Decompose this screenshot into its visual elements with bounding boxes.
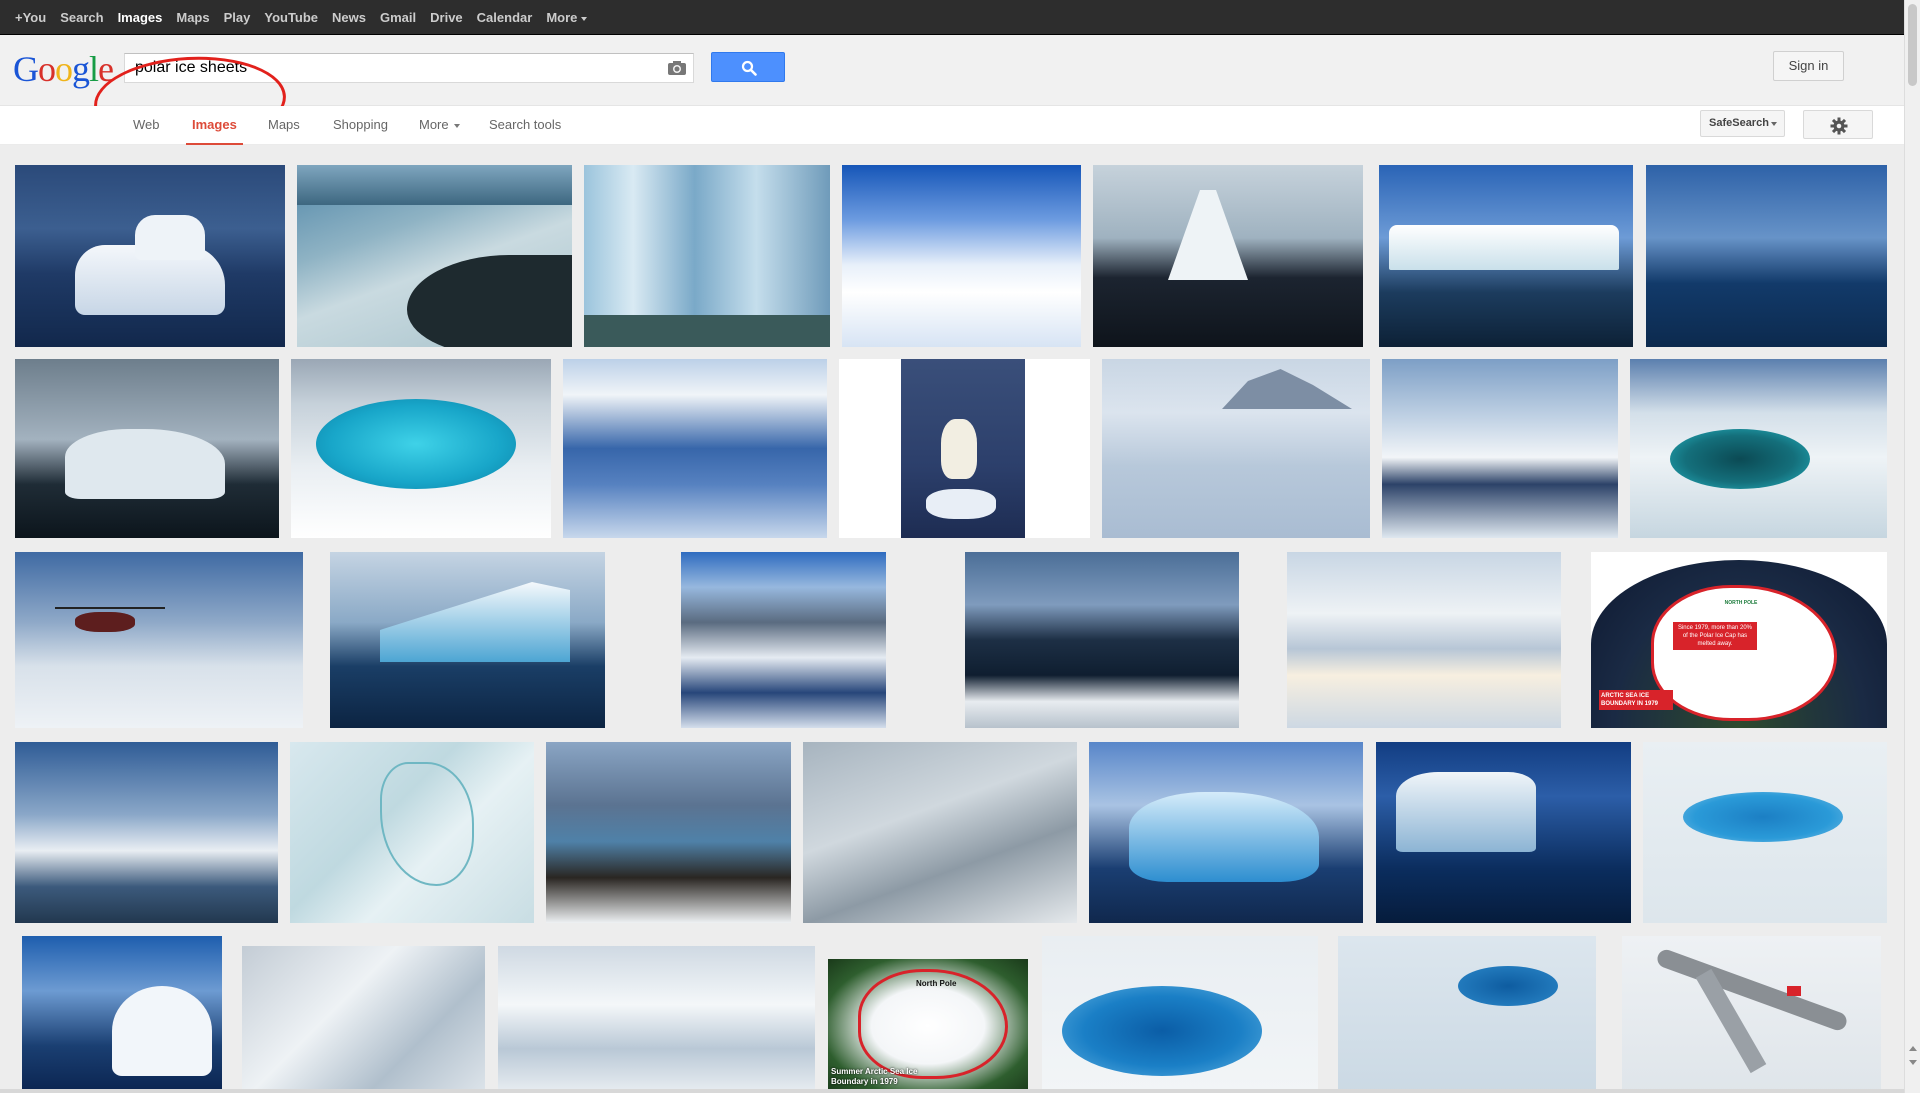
safesearch-dropdown[interactable]: SafeSearch xyxy=(1700,110,1785,137)
chevron-down-icon xyxy=(453,123,460,128)
sign-in-button[interactable]: Sign in xyxy=(1773,51,1844,81)
google-bar: +You Search Images Maps Play YouTube New… xyxy=(0,0,1920,35)
image-result[interactable] xyxy=(242,946,485,1093)
image-results: NORTH POLE Since 1979, more than 20% of … xyxy=(0,145,1904,1093)
gbar-link-gmail[interactable]: Gmail xyxy=(373,0,423,35)
search-icon xyxy=(741,60,757,76)
gbar-link-news[interactable]: News xyxy=(325,0,373,35)
arctic-map-small-result[interactable]: North Pole Summer Arctic Sea Ice Boundar… xyxy=(828,959,1028,1093)
arctic-map-bottom-label: ARCTIC SEA ICE BOUNDARY IN 1979 xyxy=(1599,690,1673,710)
image-result[interactable] xyxy=(15,742,278,923)
page-scrollbar[interactable] xyxy=(1904,0,1920,1093)
gbar-link-maps[interactable]: Maps xyxy=(169,0,216,35)
image-result[interactable] xyxy=(1643,742,1887,923)
image-result[interactable] xyxy=(22,936,222,1093)
image-result[interactable] xyxy=(842,165,1081,347)
image-result[interactable] xyxy=(498,946,815,1093)
gbar-link-search[interactable]: Search xyxy=(53,0,110,35)
image-result[interactable] xyxy=(1646,165,1887,347)
image-result[interactable] xyxy=(15,552,303,728)
image-result[interactable] xyxy=(563,359,827,538)
google-bar-nav: +You Search Images Maps Play YouTube New… xyxy=(8,0,594,35)
safesearch-label: SafeSearch xyxy=(1709,117,1769,129)
gbar-link-images[interactable]: Images xyxy=(111,0,170,35)
image-result[interactable] xyxy=(15,165,285,347)
tab-search-tools[interactable]: Search tools xyxy=(489,106,561,145)
image-result[interactable] xyxy=(1102,359,1370,538)
search-header: Google Sign in xyxy=(0,35,1920,150)
image-result[interactable] xyxy=(1379,165,1633,347)
image-result[interactable] xyxy=(1093,165,1363,347)
image-result[interactable] xyxy=(1382,359,1618,538)
gbar-link-drive[interactable]: Drive xyxy=(423,0,470,35)
image-result[interactable] xyxy=(965,552,1239,728)
image-result[interactable] xyxy=(1042,936,1318,1093)
search-box xyxy=(124,53,694,83)
camera-icon[interactable] xyxy=(667,60,687,76)
tab-more-label: More xyxy=(419,117,449,132)
scroll-up-icon[interactable] xyxy=(1909,1046,1917,1051)
image-result[interactable] xyxy=(1376,742,1631,923)
image-result[interactable] xyxy=(839,359,1090,538)
tab-maps[interactable]: Maps xyxy=(268,106,300,145)
gbar-link-youtube[interactable]: YouTube xyxy=(257,0,325,35)
search-input[interactable] xyxy=(125,54,665,82)
search-button[interactable] xyxy=(711,52,785,82)
gbar-link-play[interactable]: Play xyxy=(217,0,258,35)
image-result[interactable] xyxy=(1630,359,1887,538)
image-result[interactable] xyxy=(1622,936,1881,1093)
tab-web[interactable]: Web xyxy=(133,106,160,145)
settings-button[interactable] xyxy=(1803,110,1873,139)
image-result[interactable] xyxy=(1089,742,1363,923)
tab-images[interactable]: Images xyxy=(186,106,243,145)
small-map-bottom-label: Summer Arctic Sea Ice Boundary in 1979 xyxy=(831,1067,918,1086)
gbar-link-more[interactable]: More xyxy=(539,0,594,35)
arctic-map-top-label: NORTH POLE xyxy=(1724,600,1758,606)
google-logo[interactable]: Google xyxy=(13,48,114,90)
gbar-link-plus-you[interactable]: +You xyxy=(8,0,53,35)
image-result[interactable] xyxy=(546,742,791,923)
image-result[interactable] xyxy=(803,742,1077,923)
image-result[interactable] xyxy=(290,742,534,923)
tab-shopping[interactable]: Shopping xyxy=(333,106,388,145)
scroll-down-icon[interactable] xyxy=(1909,1060,1917,1065)
chevron-down-icon xyxy=(1771,122,1777,126)
small-map-top-label: North Pole xyxy=(916,979,957,988)
tab-more[interactable]: More xyxy=(419,106,460,145)
image-result[interactable] xyxy=(330,552,605,728)
search-tabs: Web Images Maps Shopping More Search too… xyxy=(0,106,1920,145)
arctic-map-note: Since 1979, more than 20% of the Polar I… xyxy=(1673,622,1757,650)
image-result[interactable] xyxy=(1338,936,1596,1093)
gear-icon xyxy=(1830,117,1848,135)
image-result[interactable] xyxy=(1287,552,1561,728)
image-result[interactable] xyxy=(584,165,830,347)
image-result[interactable] xyxy=(291,359,551,538)
arctic-map-result[interactable]: NORTH POLE Since 1979, more than 20% of … xyxy=(1591,552,1887,728)
gbar-link-calendar[interactable]: Calendar xyxy=(470,0,540,35)
window-bottom-edge xyxy=(0,1089,1904,1093)
image-result[interactable] xyxy=(297,165,572,347)
image-result[interactable] xyxy=(15,359,279,538)
image-result[interactable] xyxy=(681,552,886,728)
scrollbar-thumb[interactable] xyxy=(1908,4,1917,86)
